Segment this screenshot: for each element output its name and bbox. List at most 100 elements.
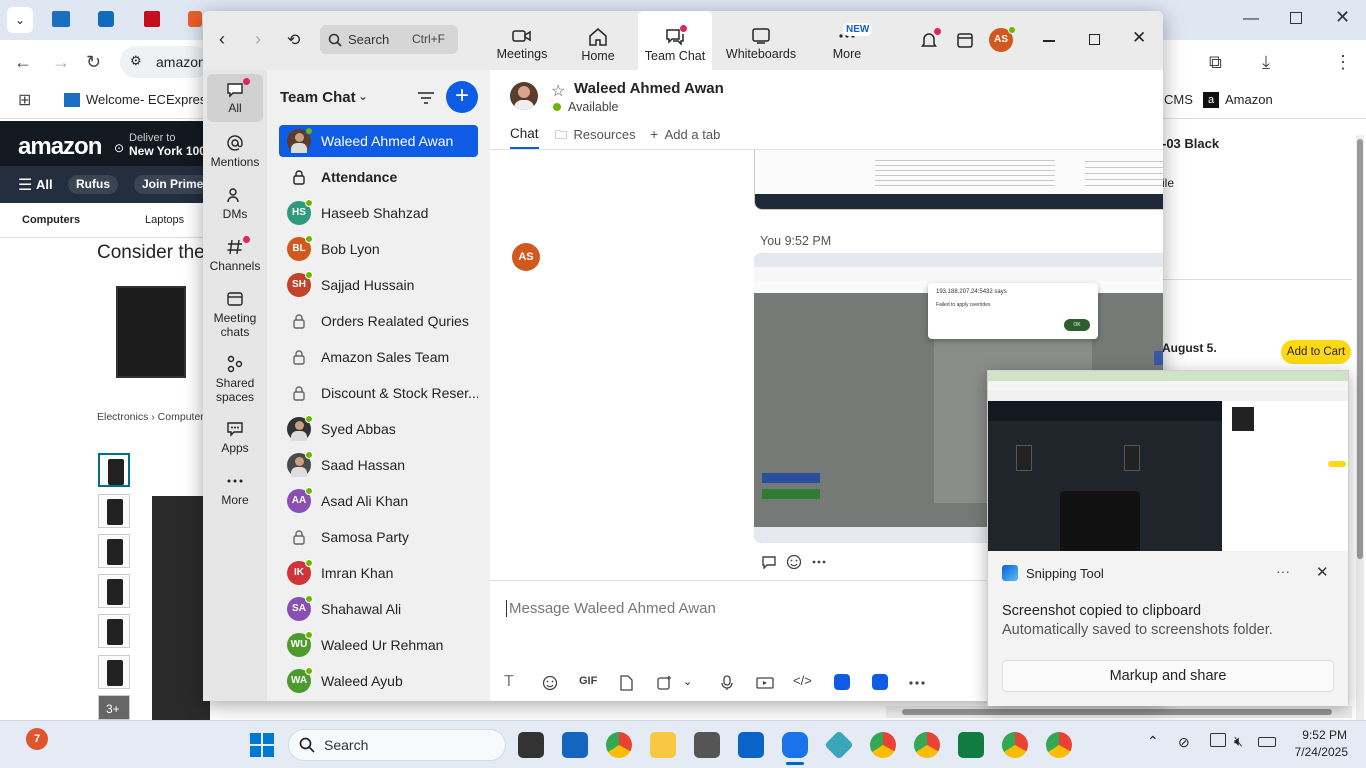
category-computers[interactable]: Computers (22, 214, 80, 226)
nav-whiteboards[interactable]: Whiteboards (722, 11, 800, 70)
category-laptops[interactable]: Laptops (145, 214, 184, 226)
back-arrow-icon[interactable]: ‹ (219, 29, 225, 50)
task-view-icon[interactable] (518, 732, 544, 758)
clock-date[interactable]: 7/24/2025 (1280, 745, 1348, 759)
tab-favicon-blue[interactable] (98, 11, 114, 27)
nav-meetings[interactable]: Meetings (489, 11, 555, 70)
chevron-down-icon[interactable]: ⌄ (683, 675, 692, 688)
widgets-button[interactable]: 7 (26, 728, 48, 750)
network-off-icon[interactable]: ⊘ (1178, 734, 1190, 751)
nav-team-chat[interactable]: Team Chat (638, 11, 712, 70)
shared-image-previous[interactable] (754, 150, 1163, 210)
thumbnail[interactable] (98, 574, 130, 608)
tab-chat[interactable]: Chat (510, 125, 539, 149)
thumbnail[interactable] (98, 453, 130, 487)
site-info-icon[interactable]: ⚙ (130, 53, 142, 69)
markup-and-share-button[interactable]: Markup and share (1002, 660, 1334, 692)
download-icon[interactable]: ⤓ (1262, 52, 1270, 72)
sender-avatar[interactable]: AS (512, 243, 540, 271)
add-to-cart-button[interactable]: Add to Cart (1281, 340, 1351, 364)
back-arrow-icon[interactable]: ← (14, 52, 32, 72)
nav-home[interactable]: Home (572, 11, 624, 70)
hamburger-icon[interactable]: ☰ (18, 175, 32, 195)
tab-favicon-ec[interactable] (52, 11, 70, 27)
video-message-icon[interactable] (756, 676, 774, 690)
chat-list-item[interactable]: HS Haseeb Shahzad (279, 197, 478, 229)
rufus-pill[interactable]: Rufus (68, 175, 118, 194)
chat-list-item[interactable]: Saad Hassan (279, 449, 478, 481)
rail-all[interactable]: All (207, 74, 263, 122)
emoji-icon[interactable] (542, 675, 558, 691)
bookmark-cms[interactable]: CMS (1164, 92, 1193, 107)
thumbnail-more[interactable]: 3+ (98, 695, 130, 720)
chat-list-item[interactable]: Samosa Party (279, 521, 478, 553)
star-icon[interactable]: ☆ (551, 81, 565, 101)
close-icon[interactable]: ✕ (1335, 7, 1350, 28)
rail-more[interactable]: More (207, 472, 263, 507)
chat-list-item[interactable]: IK Imran Khan (279, 557, 478, 589)
excel-icon[interactable] (958, 732, 984, 758)
display-icon[interactable] (1210, 733, 1226, 747)
address-bar[interactable]: ⚙ amazon (120, 46, 210, 78)
gif-button[interactable]: GIF (579, 675, 597, 687)
format-text-icon[interactable]: T (504, 673, 514, 691)
kebab-menu-icon[interactable]: ⋮ (1334, 52, 1352, 72)
windows-start-icon[interactable] (250, 733, 274, 757)
all-menu[interactable]: All (36, 177, 53, 192)
battery-icon[interactable] (1258, 737, 1276, 747)
thumbnail[interactable] (98, 614, 130, 648)
message-more-icon[interactable] (812, 559, 826, 565)
app-icon-blue-2[interactable] (872, 674, 888, 690)
bookmark-welcome[interactable]: Welcome- ECExpres... (86, 92, 217, 107)
contact-name[interactable]: Waleed Ahmed Awan (574, 80, 724, 97)
thumbnail[interactable] (98, 655, 130, 689)
chat-list-item[interactable]: WA Waleed Ayub (279, 665, 478, 697)
thumbnail[interactable] (98, 534, 130, 568)
tab-resources[interactable]: 🗀 Resources (555, 126, 636, 147)
rail-meeting-chats[interactable]: Meeting chats (207, 290, 263, 339)
chat-list-item[interactable]: Syed Abbas (279, 413, 478, 445)
reply-icon[interactable] (761, 555, 777, 569)
new-chat-button[interactable]: + (446, 81, 478, 113)
close-icon[interactable]: ✕ (1316, 563, 1329, 581)
breadcrumb[interactable]: Electronics › Computer (97, 411, 204, 423)
toast-more-icon[interactable]: ··· (1276, 563, 1290, 579)
code-snippet-icon[interactable]: </> (793, 673, 812, 688)
rail-mentions[interactable]: Mentions (207, 134, 263, 169)
calculator-icon[interactable] (694, 732, 720, 758)
volume-muted-icon[interactable]: 🔇︎ (1234, 733, 1243, 750)
bookmark-amazon[interactable]: Amazon (1225, 92, 1273, 107)
composer-more-icon[interactable] (909, 680, 925, 686)
maximize-icon[interactable] (1089, 34, 1100, 45)
taskbar-search[interactable]: Search (288, 729, 506, 761)
close-icon[interactable]: ✕ (1132, 28, 1146, 48)
horizontal-scrollbar[interactable] (886, 706, 1352, 718)
restore-icon[interactable] (1290, 12, 1302, 24)
deliver-location[interactable]: New York 100 (129, 144, 206, 158)
chat-list-item[interactable]: Attendance (279, 161, 478, 193)
chat-list-item[interactable]: WU Waleed Ur Rehman (279, 629, 478, 661)
chrome-profile-icon-2[interactable] (914, 732, 940, 758)
emoji-reaction-icon[interactable] (786, 554, 802, 570)
join-prime-pill[interactable]: Join Prime (134, 175, 212, 194)
chrome-icon[interactable] (606, 732, 632, 758)
chat-list-item[interactable]: SA Shahawal Ali (279, 593, 478, 625)
rail-shared-spaces[interactable]: Shared spaces (207, 355, 263, 404)
tab-favicon-orange[interactable] (188, 11, 202, 27)
clock-time[interactable]: 9:52 PM (1285, 728, 1347, 742)
page-scrollbar[interactable] (1356, 135, 1364, 720)
calendar-icon[interactable] (956, 31, 974, 49)
minimize-icon[interactable]: — (1243, 10, 1259, 28)
zoom-icon[interactable] (782, 732, 808, 758)
apps-grid-icon[interactable]: ⊞ (18, 91, 31, 111)
chrome-profile-icon-3[interactable] (1002, 732, 1028, 758)
app-store-icon[interactable] (562, 732, 588, 758)
chat-list-item[interactable]: AA Asad Ali Khan (279, 485, 478, 517)
product-image-case[interactable] (116, 286, 186, 378)
chat-list-item[interactable]: BL Bob Lyon (279, 233, 478, 265)
chevron-down-icon[interactable]: ⌄ (358, 89, 368, 103)
tab-search-button[interactable]: ⌄ (7, 7, 33, 33)
forward-arrow-icon[interactable]: › (255, 29, 261, 50)
chat-list-item[interactable]: Amazon Sales Team (279, 341, 478, 373)
microphone-icon[interactable] (720, 675, 734, 691)
